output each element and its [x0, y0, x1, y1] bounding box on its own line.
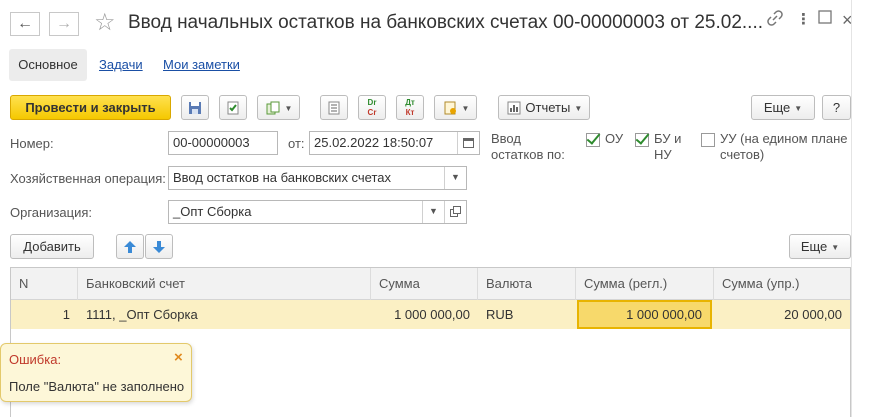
chevron-down-icon[interactable]: ▼ [444, 167, 466, 189]
calendar-button[interactable] [457, 132, 479, 154]
maximize-icon[interactable] [818, 10, 832, 30]
operation-label: Хозяйственная операция: [10, 171, 166, 186]
column-header-amount[interactable]: Сумма [371, 268, 478, 300]
column-header-bank-account[interactable]: Банковский счет [78, 268, 371, 300]
error-message: Поле "Валюта" не заполнено [9, 379, 185, 394]
column-header-amount-regl[interactable]: Сумма (регл.) [576, 268, 714, 300]
open-icon[interactable] [444, 201, 466, 223]
dr-cr-button[interactable]: Dr Cr [358, 95, 386, 120]
arrow-left-icon: ← [17, 15, 33, 32]
tab-notes[interactable]: Мои заметки [163, 57, 240, 72]
operation-value: Ввод остатков на банковских счетах [173, 170, 392, 185]
move-down-button[interactable] [145, 234, 173, 259]
link-icon[interactable] [767, 10, 783, 32]
close-icon[interactable]: × [174, 349, 183, 366]
organization-value: _Опт Сборка [173, 204, 252, 219]
arrow-right-icon: → [56, 15, 72, 32]
table-row[interactable]: 1 1111, _Опт Сборка 1 000 000,00 RUB 1 0… [11, 300, 850, 329]
reports-icon [506, 101, 522, 117]
cell-amount[interactable]: 1 000 000,00 [371, 300, 478, 329]
tab-main[interactable]: Основное [9, 49, 87, 81]
cell-amount-regl[interactable]: 1 000 000,00 [577, 300, 712, 329]
balances-label: Ввод остатков по: [491, 131, 565, 162]
arrow-down-icon [151, 240, 167, 256]
column-header-amount-upr[interactable]: Сумма (упр.) [714, 268, 850, 300]
checkbox-uu-label: УУ (на едином плане счетов) [720, 131, 848, 162]
tab-tasks[interactable]: Задачи [99, 57, 143, 72]
attach-file-button[interactable]: ▼ [434, 95, 477, 120]
date-field[interactable]: 25.02.2022 18:50:07 [309, 131, 480, 155]
dt-kt-button[interactable]: Дт Кт [396, 95, 424, 120]
cell-n[interactable]: 1 [11, 300, 78, 329]
reports-button[interactable]: Отчеты ▼ [498, 95, 590, 120]
move-up-button[interactable] [116, 234, 144, 259]
create-based-on-icon [265, 101, 281, 117]
reports-label: Отчеты [525, 100, 571, 115]
more-label: Еще [763, 100, 791, 115]
organization-field[interactable]: _Опт Сборка ▼ [168, 200, 467, 224]
dt-text: Дт [405, 98, 415, 107]
more-vertical-icon[interactable]: ⋮ [796, 10, 811, 30]
operation-select[interactable]: Ввод остатков на банковских счетах ▼ [168, 166, 467, 190]
help-button[interactable]: ? [822, 95, 851, 120]
checkbox-bu-nu[interactable] [635, 133, 649, 147]
chevron-down-icon[interactable]: ▼ [422, 201, 444, 223]
back-button[interactable]: ← [10, 12, 40, 36]
checkbox-ou-label: ОУ [605, 131, 624, 146]
table-more-label: Еще [800, 239, 828, 254]
save-icon [187, 101, 203, 117]
dt-kt-icon: Дт Кт [397, 98, 423, 118]
arrow-up-icon [122, 240, 138, 256]
post-icon [225, 101, 241, 117]
checkbox-bu-nu-label: БУ и НУ [654, 131, 682, 162]
list-icon [326, 101, 342, 117]
cell-currency[interactable]: RUB [478, 300, 576, 329]
create-based-on-button[interactable]: ▼ [257, 95, 300, 120]
dr-text: Dr [367, 98, 377, 107]
column-header-n[interactable]: N [11, 268, 78, 300]
post-button[interactable] [219, 95, 247, 120]
window-border [851, 0, 852, 417]
table-more-button[interactable]: Еще ▼ [789, 234, 851, 259]
save-button[interactable] [181, 95, 209, 120]
number-label: Номер: [10, 136, 54, 151]
checkbox-uu[interactable] [701, 133, 715, 147]
checkbox-ou[interactable] [586, 133, 600, 147]
date-label: от: [288, 136, 305, 151]
table-header: N Банковский счет Сумма Валюта Сумма (ре… [11, 268, 850, 300]
forward-button[interactable]: → [49, 12, 79, 36]
kt-text: Кт [405, 108, 415, 117]
star-icon[interactable]: ☆ [94, 9, 116, 37]
organization-label: Организация: [10, 205, 93, 220]
list-button[interactable] [320, 95, 348, 120]
column-header-currency[interactable]: Валюта [478, 268, 576, 300]
error-message-popup: Ошибка: × Поле "Валюта" не заполнено [0, 343, 192, 402]
window-title: Ввод начальных остатков на банковских сч… [128, 12, 764, 33]
error-title: Ошибка: [9, 352, 62, 367]
more-button[interactable]: Еще ▼ [751, 95, 815, 120]
date-value: 25.02.2022 18:50:07 [314, 135, 434, 150]
calendar-icon [463, 138, 474, 148]
add-button[interactable]: Добавить [10, 234, 94, 259]
cell-bank-account[interactable]: 1111, _Опт Сборка [78, 300, 371, 329]
attach-file-icon [442, 101, 458, 117]
dr-cr-icon: Dr Cr [359, 98, 385, 118]
number-field[interactable]: 00-00000003 [168, 131, 278, 155]
cell-amount-upr[interactable]: 20 000,00 [714, 300, 850, 329]
post-and-close-button[interactable]: Провести и закрыть [10, 95, 171, 120]
cr-text: Cr [367, 108, 377, 117]
